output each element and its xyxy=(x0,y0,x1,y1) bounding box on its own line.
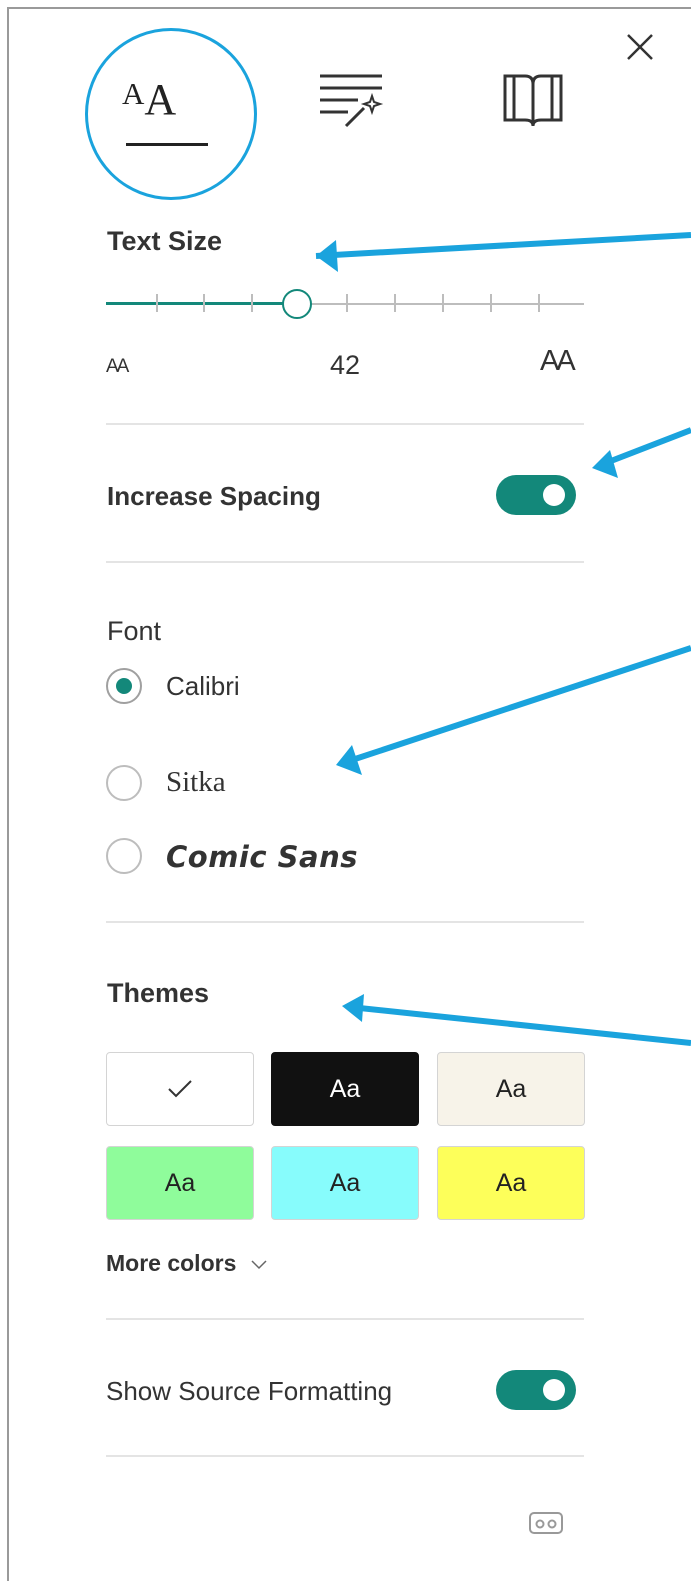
swatch-label: Aa xyxy=(495,1168,527,1197)
text-size-heading: Text Size xyxy=(107,226,223,256)
slider-tick xyxy=(156,294,158,312)
font-radio-sitka[interactable] xyxy=(106,765,142,801)
theme-swatch-black[interactable]: Aa xyxy=(271,1052,419,1126)
theme-swatch-green[interactable]: Aa xyxy=(106,1146,254,1220)
swatch-label: Aa xyxy=(329,1168,361,1197)
slider-tick xyxy=(394,294,396,312)
increase-spacing-toggle[interactable] xyxy=(496,475,576,515)
close-icon[interactable] xyxy=(623,30,657,64)
theme-swatch-cyan[interactable]: Aa xyxy=(271,1146,419,1220)
theme-swatch-white[interactable] xyxy=(106,1052,254,1126)
text-size-value: 42 xyxy=(330,350,361,380)
slider-tick xyxy=(203,294,205,312)
toggle-knob xyxy=(543,484,565,506)
toggle-knob xyxy=(543,1379,565,1401)
show-source-formatting-label: Show Source Formatting xyxy=(106,1376,393,1406)
more-colors-button[interactable]: More colors xyxy=(106,1250,267,1277)
text-size-slider-thumb[interactable] xyxy=(282,289,312,319)
show-source-formatting-toggle[interactable] xyxy=(496,1370,576,1410)
immersive-reader-icon[interactable] xyxy=(528,1511,564,1535)
slider-tick xyxy=(346,294,348,312)
themes-heading: Themes xyxy=(107,978,210,1008)
text-options-icon[interactable]: AA xyxy=(122,74,176,125)
increase-spacing-label: Increase Spacing xyxy=(107,481,321,511)
selected-tab-indicator xyxy=(126,143,208,146)
font-radio-comic-sans[interactable] xyxy=(106,838,142,874)
text-size-slider-fill xyxy=(106,302,286,305)
swatch-label: Aa xyxy=(329,1074,361,1103)
slider-tick xyxy=(538,294,540,312)
font-option-calibri[interactable]: Calibri xyxy=(166,671,240,702)
reading-preferences-icon[interactable] xyxy=(502,72,564,128)
chevron-down-icon xyxy=(251,1260,267,1269)
divider xyxy=(106,561,584,563)
divider xyxy=(106,1455,584,1457)
checkmark-icon xyxy=(168,1080,192,1098)
font-option-sitka[interactable]: Sitka xyxy=(166,766,226,799)
swatch-label: Aa xyxy=(495,1074,527,1103)
slider-tick xyxy=(251,294,253,312)
divider xyxy=(106,423,584,425)
slider-tick xyxy=(490,294,492,312)
font-heading: Font xyxy=(107,616,162,646)
text-size-increase-icon[interactable]: AA xyxy=(540,345,576,378)
radio-selected-dot xyxy=(116,678,132,694)
more-colors-label: More colors xyxy=(106,1250,237,1276)
font-radio-calibri[interactable] xyxy=(106,668,142,704)
grammar-tools-icon[interactable] xyxy=(318,72,386,128)
font-option-comic-sans[interactable]: Comic Sans xyxy=(166,840,358,874)
text-size-decrease-icon[interactable]: AA xyxy=(106,356,129,378)
slider-tick xyxy=(442,294,444,312)
theme-swatch-cream[interactable]: Aa xyxy=(437,1052,585,1126)
theme-swatch-yellow[interactable]: Aa xyxy=(437,1146,585,1220)
swatch-label: Aa xyxy=(164,1168,196,1197)
divider xyxy=(106,1318,584,1320)
divider xyxy=(106,921,584,923)
